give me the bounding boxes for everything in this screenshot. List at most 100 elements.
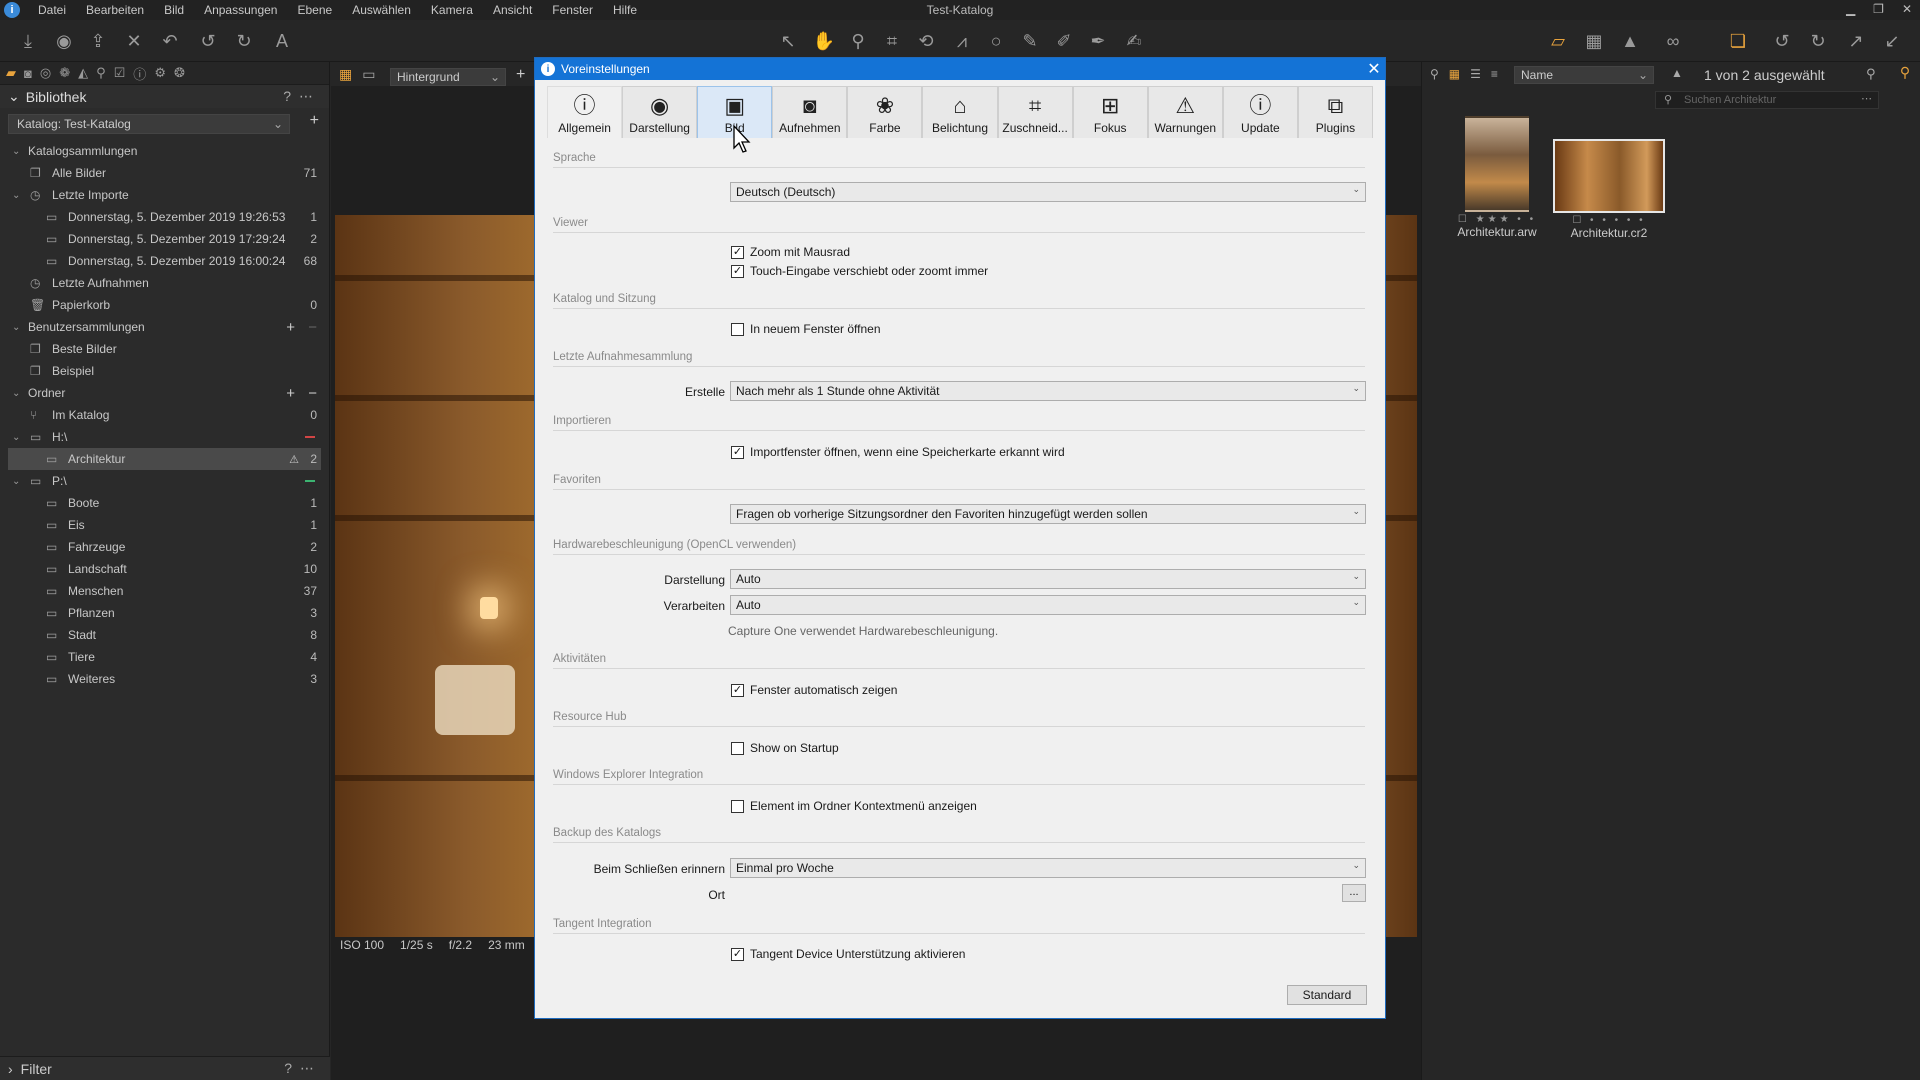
tree-import-1[interactable]: ▭ Donnerstag, 5. Dezember 2019 19:26:53 …: [0, 206, 329, 228]
catalog-select[interactable]: Katalog: Test-Katalog ⌄: [8, 114, 290, 134]
tab-update[interactable]: ⓘ Update: [1222, 86, 1298, 138]
close-window-icon[interactable]: ✕: [1902, 2, 1912, 16]
backup-interval-select[interactable]: Einmal pro Woche ⌄: [730, 858, 1366, 878]
pan-tool-icon[interactable]: ✋: [812, 29, 836, 53]
rating-stars[interactable]: ☐ ★★★ • •: [1452, 214, 1542, 225]
maximize-icon[interactable]: ❐: [1873, 2, 1884, 16]
resource-hub-checkbox[interactable]: Show on Startup: [731, 741, 839, 755]
tree-alle-bilder[interactable]: ❐ Alle Bilder 71: [0, 162, 329, 184]
rotate-right-icon[interactable]: ↻: [1806, 29, 1830, 53]
picker-tool-icon[interactable]: ✒: [1086, 29, 1110, 53]
tree-letzte-aufnahmen[interactable]: ◷ Letzte Aufnahmen: [0, 272, 329, 294]
tree-folder-menschen[interactable]: ▭ Menschen 37: [0, 580, 329, 602]
chevron-down-icon[interactable]: ⌄: [12, 432, 24, 443]
tree-folder-stadt[interactable]: ▭ Stadt 8: [0, 624, 329, 646]
text-tool-icon[interactable]: A: [270, 29, 294, 53]
chevron-down-icon[interactable]: ⌄: [12, 190, 24, 201]
menu-datei[interactable]: Datei: [28, 3, 76, 17]
checkbox-checked[interactable]: ✓: [731, 445, 744, 459]
tree-drive-h[interactable]: ⌄ ▭ H:\: [0, 426, 329, 448]
select-tool-icon[interactable]: ↖: [776, 29, 800, 53]
background-select[interactable]: Hintergrund ⌄: [390, 68, 506, 86]
activities-checkbox[interactable]: ✓ Fenster automatisch zeigen: [731, 683, 897, 697]
close-icon[interactable]: ✕: [1363, 59, 1385, 79]
tree-architektur[interactable]: ▭ Architektur ⚠ 2: [8, 448, 321, 470]
tree-letzte-importe[interactable]: ⌄ ◷ Letzte Importe: [0, 184, 329, 206]
chevron-down-icon[interactable]: ⌄: [12, 476, 24, 487]
rotate-left-icon[interactable]: ↺: [1770, 29, 1794, 53]
tree-import-3[interactable]: ▭ Donnerstag, 5. Dezember 2019 16:00:24 …: [0, 250, 329, 272]
remove-folder-icon[interactable]: −: [308, 385, 317, 402]
search-toggle-icon[interactable]: ⚲: [1894, 64, 1916, 84]
tab-farbe[interactable]: ❀ Farbe: [847, 86, 923, 138]
apply-down-icon[interactable]: ↙: [1880, 29, 1904, 53]
tab-plugins[interactable]: ⧉ Plugins: [1297, 86, 1374, 138]
touch-input-checkbox[interactable]: ✓ Touch-Eingabe verschiebt oder zoomt im…: [731, 264, 988, 278]
app-icon[interactable]: i: [4, 2, 20, 18]
lens-tab-icon[interactable]: ◎: [40, 65, 51, 81]
display-accel-select[interactable]: Auto ⌄: [730, 569, 1366, 589]
browse-location-button[interactable]: ...: [1342, 884, 1366, 902]
tree-folder-eis[interactable]: ▭ Eis 1: [0, 514, 329, 536]
chevron-right-icon[interactable]: ›: [8, 1061, 13, 1077]
tree-beste-bilder[interactable]: ❐ Beste Bilder: [0, 338, 329, 360]
chevron-down-icon[interactable]: ⌄: [12, 388, 24, 399]
add-viewer-icon[interactable]: +: [516, 66, 525, 84]
tree-folder-fahrzeuge[interactable]: ▭ Fahrzeuge 2: [0, 536, 329, 558]
apply-up-icon[interactable]: ↗: [1844, 29, 1868, 53]
tab-zuschneiden[interactable]: ⌗ Zuschneid...: [997, 86, 1073, 138]
panel-help-more[interactable]: ?⋯: [283, 88, 321, 105]
tab-fokus[interactable]: ⊞ Fokus: [1072, 86, 1148, 138]
keystone-tool-icon[interactable]: ⩘: [950, 29, 974, 53]
checkbox-unchecked[interactable]: [731, 799, 744, 813]
menu-bearbeiten[interactable]: Bearbeiten: [76, 3, 154, 17]
menu-fenster[interactable]: Fenster: [542, 3, 603, 17]
tab-allgemein[interactable]: ⓘ Allgemein: [547, 86, 623, 138]
exposure-warning-icon[interactable]: ▲: [1618, 29, 1642, 53]
menu-bild[interactable]: Bild: [154, 3, 194, 17]
adjust-tab-icon[interactable]: ☑: [114, 65, 126, 81]
checkbox-unchecked[interactable]: [731, 322, 744, 336]
add-collection-icon[interactable]: +: [286, 319, 295, 336]
remove-collection-icon[interactable]: −: [308, 319, 317, 336]
menu-ansicht[interactable]: Ansicht: [483, 3, 542, 17]
tree-im-katalog[interactable]: ⑂ Im Katalog 0: [0, 404, 329, 426]
process-accel-select[interactable]: Auto ⌄: [730, 595, 1366, 615]
meta-tab-icon[interactable]: ⓘ: [133, 64, 146, 83]
more-icon[interactable]: ⋯: [1861, 92, 1872, 105]
grid-icon[interactable]: ▦: [1582, 29, 1606, 53]
tree-import-2[interactable]: ▭ Donnerstag, 5. Dezember 2019 17:29:24 …: [0, 228, 329, 250]
menu-anpassungen[interactable]: Anpassungen: [194, 3, 287, 17]
zoom-mousewheel-checkbox[interactable]: ✓ Zoom mit Mausrad: [731, 245, 850, 259]
annotate-tool-icon[interactable]: ✍: [1122, 29, 1146, 53]
menu-ebene[interactable]: Ebene: [287, 3, 342, 17]
capture-icon[interactable]: ◉: [52, 29, 76, 53]
loupe-tool-icon[interactable]: ⚲: [846, 29, 870, 53]
tab-darstellung[interactable]: ◉ Darstellung: [622, 86, 698, 138]
zoom-search-icon[interactable]: ⚲: [1430, 67, 1439, 81]
rating-stars[interactable]: ☐ • • • • •: [1542, 215, 1676, 226]
rotate-tool-icon[interactable]: ⟲: [914, 29, 938, 53]
reset-icon[interactable]: ↶: [158, 29, 182, 53]
list-view-icon[interactable]: ☰: [1470, 67, 1481, 81]
tree-folder-boote[interactable]: ▭ Boote 1: [0, 492, 329, 514]
grid-view-icon[interactable]: ▦: [339, 66, 352, 83]
checkbox-checked[interactable]: ✓: [731, 264, 744, 278]
color-tab-icon[interactable]: ❁: [59, 65, 70, 81]
minimize-icon[interactable]: ▁: [1846, 2, 1855, 16]
checkbox-unchecked[interactable]: [731, 741, 744, 755]
filter-header[interactable]: › Filter ?⋯: [0, 1056, 330, 1080]
language-select[interactable]: Deutsch (Deutsch) ⌄: [730, 182, 1366, 202]
crop-tool-icon[interactable]: ⌗: [880, 29, 904, 53]
tab-aufnehmen[interactable]: ◙ Aufnehmen: [772, 86, 848, 138]
standard-button[interactable]: Standard: [1287, 985, 1367, 1005]
add-catalog-icon[interactable]: +: [310, 112, 319, 130]
menu-hilfe[interactable]: Hilfe: [603, 3, 647, 17]
tree-ordner[interactable]: ⌄ Ordner + −: [0, 382, 329, 404]
checkbox-checked[interactable]: ✓: [731, 947, 744, 961]
filter-help-more[interactable]: ?⋯: [284, 1060, 322, 1077]
recent-capture-select[interactable]: Nach mehr als 1 Stunde ohne Aktivität ⌄: [730, 381, 1366, 401]
tree-beispiel[interactable]: ❐ Beispiel: [0, 360, 329, 382]
chevron-down-icon[interactable]: ⌄: [12, 146, 24, 157]
tree-folder-weiteres[interactable]: ▭ Weiteres 3: [0, 668, 329, 690]
